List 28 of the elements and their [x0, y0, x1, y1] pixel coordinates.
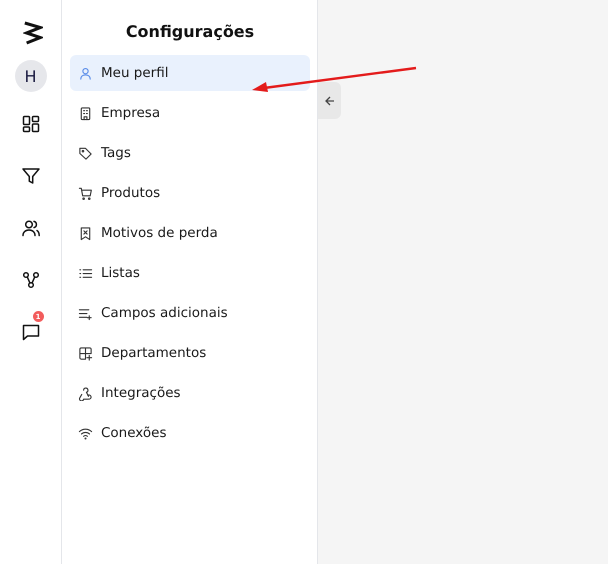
arrow-left-icon [324, 94, 336, 106]
wifi-icon [78, 426, 93, 440]
logo-icon [22, 20, 42, 46]
panel-title: Configurações [124, 22, 256, 41]
avatar[interactable]: H [14, 60, 46, 92]
menu-item[interactable]: Tags [70, 135, 310, 171]
filter-icon[interactable] [20, 166, 40, 186]
tag-icon [78, 146, 93, 160]
cart-icon [78, 186, 93, 200]
bookmark-icon [78, 226, 93, 240]
menu-item[interactable]: Motivos de perda [70, 215, 310, 251]
collapse-button[interactable] [318, 82, 341, 119]
menu-item[interactable]: Integrações [70, 375, 310, 411]
menu-item[interactable]: Listas [70, 255, 310, 291]
nodes-icon[interactable] [20, 270, 40, 290]
chat-icon[interactable] [20, 322, 40, 342]
users-icon[interactable] [20, 218, 40, 238]
webhook-icon [78, 386, 93, 400]
user-icon [78, 66, 93, 80]
menu-item[interactable]: Empresa [70, 95, 310, 131]
menu-item[interactable]: Conexões [70, 415, 310, 451]
menu-item[interactable]: Campos adicionais [70, 295, 310, 331]
menu-item[interactable]: Departamentos [70, 335, 310, 371]
menu-item[interactable]: Produtos [70, 175, 310, 211]
dashboard-icon[interactable] [20, 114, 40, 134]
grid-plus-icon [78, 346, 93, 360]
menu-item[interactable]: Meu perfil [70, 55, 310, 91]
building-icon [78, 106, 93, 120]
